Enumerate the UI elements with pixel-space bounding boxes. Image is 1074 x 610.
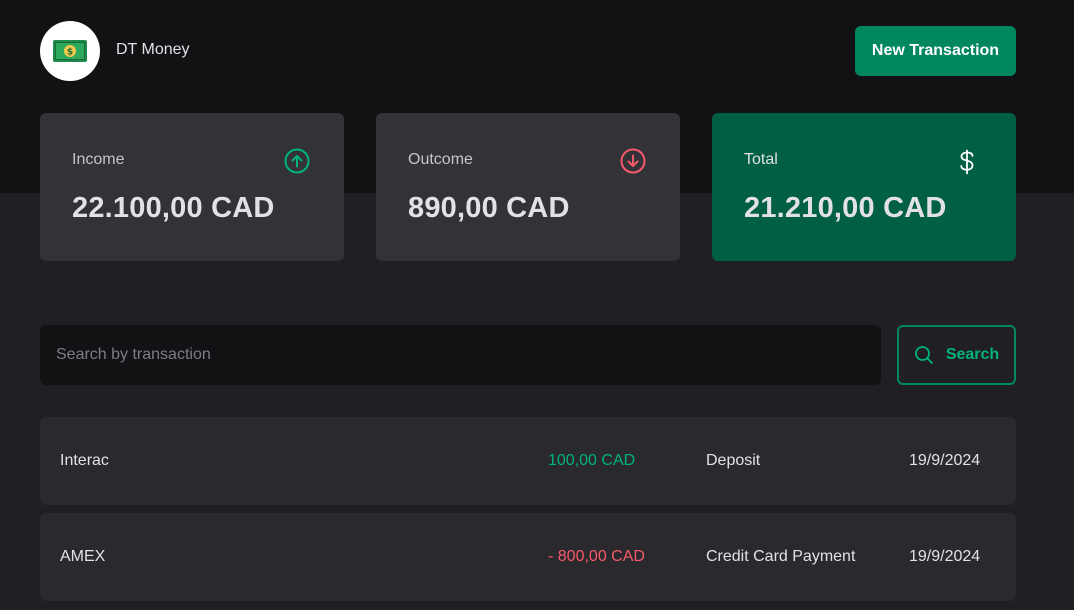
total-label: Total	[744, 151, 778, 168]
search-button-label: Search	[945, 346, 1000, 363]
income-value: 22.100,00 CAD	[72, 192, 275, 224]
income-label: Income	[72, 151, 125, 168]
search-icon	[914, 346, 933, 364]
transaction-date: 19/9/2024	[909, 452, 981, 469]
total-value: 21.210,00 CAD	[744, 192, 947, 224]
transaction-row: Interac 100,00 CAD Deposit 19/9/2024	[40, 417, 1016, 505]
svg-text:$: $	[67, 48, 73, 58]
transaction-category: Deposit	[706, 452, 761, 469]
transaction-date: 19/9/2024	[909, 548, 981, 565]
transaction-category: Credit Card Payment	[706, 548, 856, 565]
arrow-circle-down-icon	[620, 148, 646, 174]
outcome-label: Outcome	[408, 151, 473, 168]
transaction-description: Interac	[60, 452, 109, 469]
currency-dollar-icon	[960, 149, 974, 175]
transaction-row: AMEX - 800,00 CAD Credit Card Payment 19…	[40, 513, 1016, 601]
search-button[interactable]: Search	[897, 325, 1016, 385]
summary-card-income: Income 22.100,00 CAD	[40, 113, 344, 261]
transaction-amount: - 800,00 CAD	[548, 548, 645, 565]
transaction-amount: 100,00 CAD	[548, 452, 636, 469]
summary-card-outcome: Outcome 890,00 CAD	[376, 113, 680, 261]
new-transaction-button[interactable]: New Transaction	[855, 26, 1016, 76]
app-logo: $	[40, 21, 100, 81]
arrow-circle-up-icon	[284, 148, 310, 174]
search-input[interactable]	[40, 325, 881, 385]
summary-card-total: Total 21.210,00 CAD	[712, 113, 1016, 261]
app-title: DT Money	[116, 41, 190, 58]
money-bill-icon: $	[53, 40, 87, 62]
transaction-description: AMEX	[60, 548, 106, 565]
outcome-value: 890,00 CAD	[408, 192, 570, 224]
